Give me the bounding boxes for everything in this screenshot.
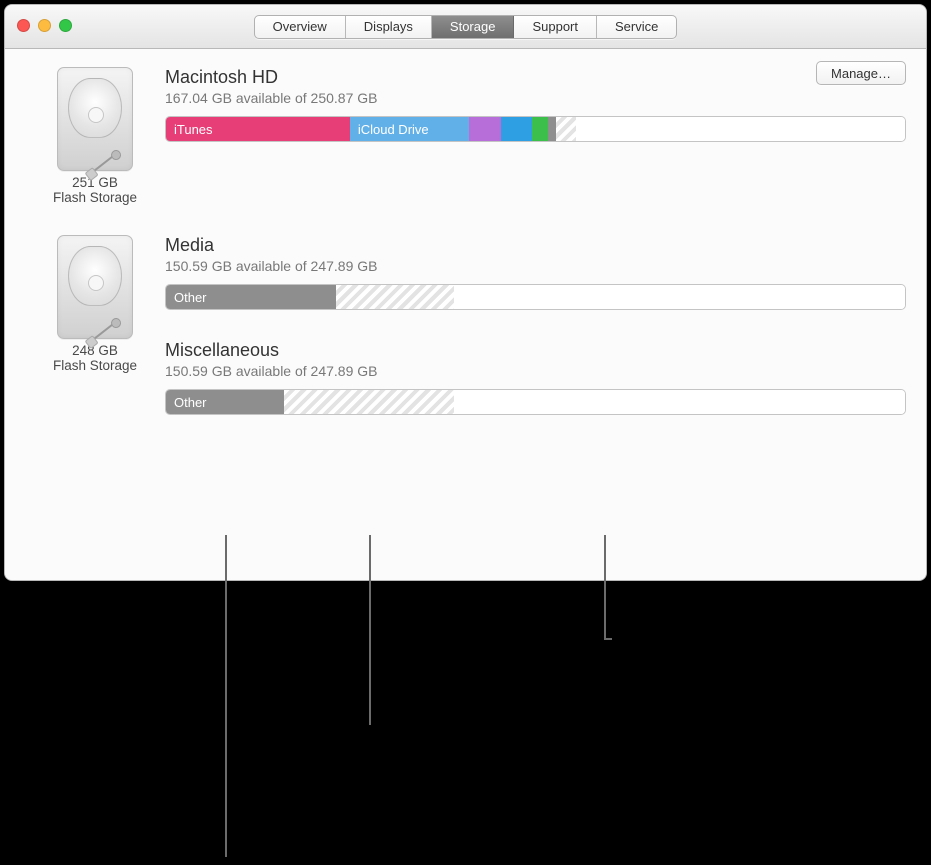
tab-overview[interactable]: Overview [255, 16, 346, 38]
storage-segment [501, 117, 533, 141]
storage-segment: Other [166, 390, 284, 414]
tab-support[interactable]: Support [514, 16, 597, 38]
zoom-window-button[interactable] [59, 19, 72, 32]
hard-drive-icon [57, 235, 133, 339]
drive-icon-column: 251 GBFlash Storage [25, 67, 165, 205]
storage-segment: iTunes [166, 117, 350, 141]
titlebar: OverviewDisplaysStorageSupportService [5, 5, 926, 49]
storage-usage-bar: Other [165, 284, 906, 310]
storage-segment: Other [166, 285, 336, 309]
callout-line [604, 535, 606, 640]
volume-block: Media 150.59 GB available of 247.89 GB Oth… [165, 235, 906, 310]
volumes-column: Macintosh HD 167.04 GB available of 250.8… [165, 67, 906, 172]
drive-type-label: Flash Storage [25, 190, 165, 205]
callout-line [604, 638, 612, 640]
drive-row: 248 GBFlash StorageMedia 150.59 GB availa… [25, 235, 906, 445]
volumes-column: Media 150.59 GB available of 247.89 GB Oth… [165, 235, 906, 445]
storage-segment [469, 117, 501, 141]
volume-name: Miscellaneous [165, 340, 906, 361]
storage-pane: 251 GBFlash StorageMacintosh HD 167.04 GB… [5, 49, 926, 580]
callout-line [369, 535, 371, 725]
about-this-mac-window: OverviewDisplaysStorageSupportService 25… [4, 4, 927, 581]
storage-usage-bar: Other [165, 389, 906, 415]
manage-button[interactable]: Manage… [816, 61, 906, 85]
volume-available-label: 167.04 GB available of 250.87 GB [165, 90, 906, 106]
volume-name: Media [165, 235, 906, 256]
storage-usage-bar: iTunesiCloud Drive [165, 116, 906, 142]
minimize-window-button[interactable] [38, 19, 51, 32]
tab-service[interactable]: Service [597, 16, 676, 38]
tab-bar: OverviewDisplaysStorageSupportService [254, 15, 678, 39]
volume-available-label: 150.59 GB available of 247.89 GB [165, 258, 906, 274]
volume-block: Macintosh HD 167.04 GB available of 250.8… [165, 67, 906, 142]
tab-displays[interactable]: Displays [346, 16, 432, 38]
storage-segment [336, 285, 454, 309]
storage-segment [454, 285, 905, 309]
volume-block: Miscellaneous 150.59 GB available of 247.… [165, 340, 906, 415]
volume-name: Macintosh HD [165, 67, 906, 88]
storage-segment [532, 117, 548, 141]
window-controls [17, 19, 72, 32]
drive-type-label: Flash Storage [25, 358, 165, 373]
storage-segment [454, 390, 905, 414]
storage-segment [284, 390, 454, 414]
storage-segment: iCloud Drive [350, 117, 469, 141]
storage-segment [576, 117, 905, 141]
drive-row: 251 GBFlash StorageMacintosh HD 167.04 GB… [25, 67, 906, 205]
drive-icon-column: 248 GBFlash Storage [25, 235, 165, 373]
hard-drive-icon [57, 67, 133, 171]
tab-storage[interactable]: Storage [432, 16, 515, 38]
storage-segment [548, 117, 556, 141]
close-window-button[interactable] [17, 19, 30, 32]
volume-available-label: 150.59 GB available of 247.89 GB [165, 363, 906, 379]
callout-line [225, 535, 227, 857]
storage-segment [556, 117, 575, 141]
